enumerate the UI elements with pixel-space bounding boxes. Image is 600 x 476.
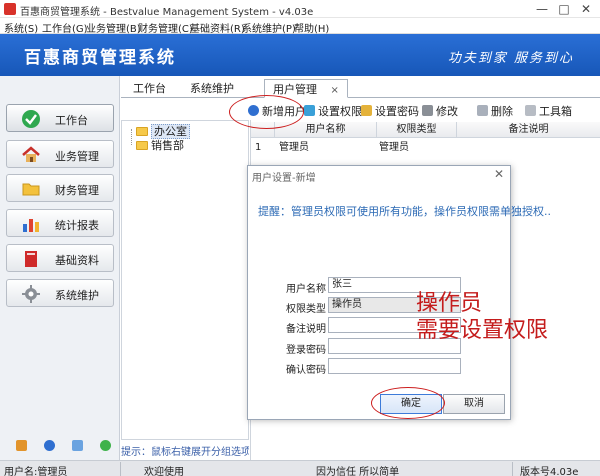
label-role: 权限类型 [286,304,326,315]
cell-role[interactable]: 管理员 [379,140,409,155]
quick-icons [0,436,120,460]
tab-label: 用户管理 [273,83,317,96]
menu-base-data[interactable]: 基础资料(R) [190,20,245,35]
menu-business[interactable]: 业务管理(B) [86,20,141,35]
delete-button[interactable]: 删除 [477,103,513,119]
search-icon[interactable] [72,440,83,451]
tool-label: 删除 [491,105,513,118]
menu-maintenance[interactable]: 系统维护(P) [242,20,296,35]
menu-help[interactable]: 帮助(H) [294,20,329,35]
nav-label: 系统维护 [55,289,99,302]
house-icon [22,146,40,162]
toolbox-icon [525,105,536,116]
close-icon[interactable]: ✕ [494,167,504,181]
tab-workbench[interactable]: 工作台 [133,80,166,96]
maximize-button[interactable]: □ [556,1,572,17]
folder-icon [136,141,148,150]
nav-label: 业务管理 [55,150,99,163]
status-user: 用户名:管理员 [4,467,68,476]
tab-maintenance[interactable]: 系统维护 [190,80,234,96]
alert-icon[interactable] [16,440,27,451]
close-tab-icon[interactable]: × [331,85,339,96]
status-divider [120,462,121,476]
nav-business[interactable]: 业务管理 [6,140,114,168]
nav-workbench[interactable]: 工作台 [6,104,114,132]
label-user-name: 用户名称 [286,284,326,295]
nav-label: 基础资料 [55,254,99,267]
nav-label: 工作台 [55,114,88,127]
menu-finance[interactable]: 财务管理(C) [138,20,193,35]
group-tree: 办公室 销售部 [121,120,249,440]
dialog-title: 用户设置-新增 [252,173,316,184]
brand-title: 百惠商贸管理系统 [24,48,176,68]
nav-reports[interactable]: 统计报表 [6,209,114,237]
tool-label: 设置权限 [318,105,362,118]
folder-icon [136,127,148,136]
close-window-button[interactable]: ✕ [578,1,594,17]
cancel-button[interactable]: 取消 [443,394,505,414]
refresh-icon[interactable] [100,440,111,451]
app-icon [4,3,16,15]
status-bar: 用户名:管理员 欢迎使用 因为信任 所以简单 版本号4.03e [0,460,600,476]
bar-chart-icon [23,219,39,232]
label-confirm-password: 确认密码 [286,365,326,376]
dialog-hint: 提醒：管理员权限可使用所有功能，操作员权限需单独授权.. [258,205,551,218]
annotation-line-1: 操作员 [416,291,483,316]
key-icon [304,105,315,116]
status-divider [512,462,513,476]
annotation-note: 操作员 需要设置权限 [416,290,548,344]
tool-label: 修改 [436,105,458,118]
grid-header-role[interactable]: 权限类型 [377,122,457,138]
book-icon [25,251,37,267]
title-bar: 百惠商贸管理系统 - Bestvalue Management System -… [0,0,600,18]
annotation-circle-add-user [229,95,304,129]
tab-bar: 工作台 系统维护 用户管理 × [121,76,600,98]
nav-finance[interactable]: 财务管理 [6,174,114,202]
nav-maintenance[interactable]: 系统维护 [6,279,114,307]
tree-node-sales[interactable]: 销售部 [136,137,184,153]
toolbox-button[interactable]: 工具箱 [525,103,572,119]
minimize-button[interactable]: — [534,1,550,17]
nav-label: 财务管理 [55,184,99,197]
banner-slogan: 功夫到家 服务到心 [447,51,574,66]
left-nav: 工作台 业务管理 财务管理 统计报表 基础资料 系统维护 [0,76,120,460]
lock-icon [361,105,372,116]
check-circle-icon [22,110,40,128]
annotation-line-2: 需要设置权限 [416,318,549,343]
banner: 百惠商贸管理系统 功夫到家 服务到心 [0,34,600,76]
window-title: 百惠商贸管理系统 - Bestvalue Management System -… [20,7,314,18]
info-icon[interactable] [44,440,55,451]
label-note: 备注说明 [286,324,326,335]
menu-bar: 系统(S) 工作台(G) 业务管理(B) 财务管理(C) 基础资料(R) 系统维… [0,18,600,35]
menu-workbench[interactable]: 工作台(G) [42,20,88,35]
gear-icon [22,285,40,303]
edit-icon [422,105,433,116]
trash-icon [477,105,488,116]
cell-user-name[interactable]: 管理员 [279,140,309,155]
edit-button[interactable]: 修改 [422,103,458,119]
annotation-circle-ok [371,387,445,419]
folder-icon [22,183,40,196]
status-version: 版本号4.03e [520,467,579,476]
menu-system[interactable]: 系统(S) [4,20,38,35]
tree-line [131,129,132,145]
grid-header-note[interactable]: 备注说明 [457,122,600,138]
tool-label: 设置密码 [375,105,419,118]
tree-tip: 提示：鼠标右键展开分组选项 [121,447,249,458]
set-permission-button[interactable]: 设置权限 [304,103,362,119]
confirm-password-field[interactable] [328,358,461,374]
row-index[interactable]: 1 [255,140,261,155]
status-motto: 因为信任 所以简单 [316,467,400,476]
label-password: 登录密码 [286,345,326,356]
set-password-button[interactable]: 设置密码 [361,103,419,119]
tool-label: 工具箱 [539,105,572,118]
nav-label: 统计报表 [55,219,99,232]
tree-label: 销售部 [151,139,184,152]
status-welcome: 欢迎使用 [144,467,184,476]
nav-base-data[interactable]: 基础资料 [6,244,114,272]
